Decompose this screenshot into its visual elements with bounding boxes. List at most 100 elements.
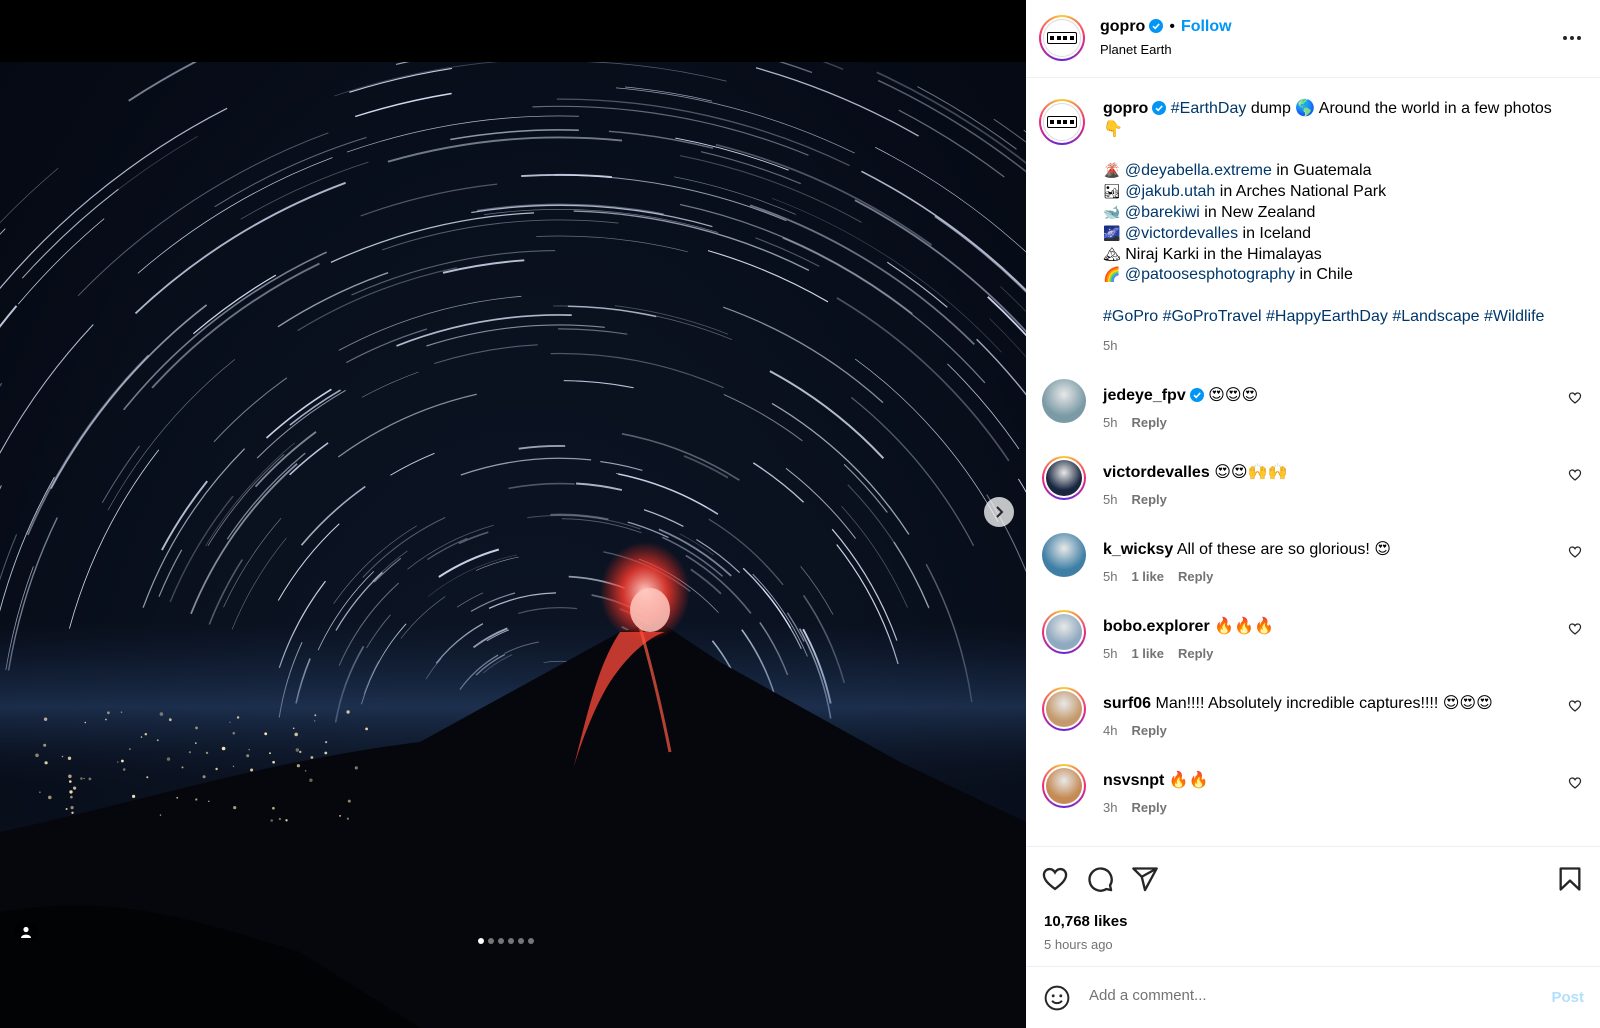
comment-meta: 5h Reply xyxy=(1103,415,1181,430)
comment-like-heart-icon[interactable] xyxy=(1568,391,1582,405)
comment-meta: 5h 1 like Reply xyxy=(1103,569,1227,584)
verified-badge-icon xyxy=(1152,101,1167,115)
comment-text: 😍😍😍 xyxy=(1208,387,1259,404)
caption-credit-line: 🐋 @barekiwi in New Zealand xyxy=(1103,203,1573,224)
commenter-username[interactable]: victordevalles xyxy=(1103,464,1210,481)
commenter-username[interactable]: k_wicksy xyxy=(1103,541,1173,558)
credit-text: in Arches National Park xyxy=(1215,183,1387,201)
like-count[interactable]: 10,768 likes xyxy=(1044,913,1127,930)
comment-time: 5h xyxy=(1103,569,1118,584)
post-actions: 10,768 likes 5 hours ago xyxy=(1026,846,1600,966)
commenter-avatar[interactable] xyxy=(1042,456,1086,500)
credit-emoji: 🏜 xyxy=(1103,184,1121,201)
next-photo-button[interactable] xyxy=(984,497,1014,527)
emoji-smiley-icon[interactable] xyxy=(1044,985,1070,1011)
user-icon xyxy=(21,926,31,938)
comment-text: Man!!!! Absolutely incredible captures!!… xyxy=(1155,695,1493,712)
carousel-dot xyxy=(478,938,484,944)
reply-button[interactable]: Reply xyxy=(1131,415,1166,430)
caption-hashtags[interactable]: #GoPro #GoProTravel #HappyEarthDay #Land… xyxy=(1103,307,1573,328)
commenter-username[interactable]: nsvsnpt xyxy=(1103,772,1164,789)
reply-button[interactable]: Reply xyxy=(1131,800,1166,815)
commenter-avatar[interactable] xyxy=(1042,533,1086,577)
share-send-icon[interactable] xyxy=(1131,865,1159,893)
reply-button[interactable]: Reply xyxy=(1131,492,1166,507)
author-username[interactable]: gopro xyxy=(1100,18,1145,35)
photo-illustration xyxy=(0,62,1026,1028)
carousel-indicators xyxy=(478,938,534,944)
comment-meta: 5h Reply xyxy=(1103,492,1181,507)
comment-time: 5h xyxy=(1103,646,1118,661)
caption-author-avatar[interactable] xyxy=(1039,99,1085,145)
caption-credit-line: 🌌 @victordevalles in Iceland xyxy=(1103,224,1573,245)
verified-badge-icon xyxy=(1149,19,1164,33)
add-comment-bar: Post xyxy=(1026,966,1600,1028)
mention-link[interactable]: @deyabella.extreme xyxy=(1125,162,1272,179)
tagged-users-button[interactable] xyxy=(14,920,38,944)
carousel-dot xyxy=(528,938,534,944)
follow-button[interactable]: Follow xyxy=(1181,18,1232,35)
credit-text: in Guatemala xyxy=(1271,162,1372,180)
comment-item: k_wicksy All of these are so glorious! 😍… xyxy=(1026,533,1600,593)
gopro-logo-icon xyxy=(1047,116,1077,128)
caption-username[interactable]: gopro xyxy=(1103,100,1148,117)
like-heart-icon[interactable] xyxy=(1041,865,1069,893)
credit-emoji: 🌈 xyxy=(1103,267,1121,284)
comment-likes[interactable]: 1 like xyxy=(1131,569,1164,584)
comment-time: 5h xyxy=(1103,415,1118,430)
comment-like-heart-icon[interactable] xyxy=(1568,468,1582,482)
reply-button[interactable]: Reply xyxy=(1178,646,1213,661)
separator-dot: • xyxy=(1169,18,1175,35)
credit-text: in Chile xyxy=(1295,266,1353,284)
comment-body: surf06 Man!!!! Absolutely incredible cap… xyxy=(1103,693,1553,713)
hashtag-link[interactable]: #EarthDay xyxy=(1171,100,1247,117)
comments-scroll-area[interactable]: gopro #EarthDay dump 🌎 Around the world … xyxy=(1026,79,1600,846)
carousel-dot xyxy=(508,938,514,944)
carousel-dot xyxy=(488,938,494,944)
comment-body: k_wicksy All of these are so glorious! 😍 xyxy=(1103,539,1553,559)
commenter-avatar[interactable] xyxy=(1042,687,1086,731)
credit-text: Niraj Karki in the Himalayas xyxy=(1125,245,1322,263)
caption-credit-line: 🌋 @deyabella.extreme in Guatemala xyxy=(1103,161,1573,182)
credit-emoji: 🐋 xyxy=(1103,204,1121,221)
commenter-username[interactable]: jedeye_fpv xyxy=(1103,387,1186,404)
comment-text: 🔥🔥🔥 xyxy=(1214,618,1274,635)
comment-text: 🔥🔥 xyxy=(1168,772,1209,789)
comment-like-heart-icon[interactable] xyxy=(1568,776,1582,790)
comment-body: victordevalles 😍😍🙌🙌 xyxy=(1103,462,1553,482)
more-options-icon[interactable] xyxy=(1562,26,1582,50)
reply-button[interactable]: Reply xyxy=(1178,569,1213,584)
comment-like-heart-icon[interactable] xyxy=(1568,545,1582,559)
post-comment-button[interactable]: Post xyxy=(1551,989,1584,1006)
mention-link[interactable]: @victordevalles xyxy=(1125,225,1238,242)
commenter-avatar[interactable] xyxy=(1042,379,1086,423)
credit-text: in New Zealand xyxy=(1199,203,1316,221)
caption-credit-line: 🏔 Niraj Karki in the Himalayas xyxy=(1103,245,1573,266)
comment-bubble-icon[interactable] xyxy=(1086,865,1114,893)
mention-link[interactable]: @barekiwi xyxy=(1125,204,1200,221)
comment-item: bobo.explorer 🔥🔥🔥 5h 1 like Reply xyxy=(1026,610,1600,670)
reply-button[interactable]: Reply xyxy=(1131,723,1166,738)
comment-like-heart-icon[interactable] xyxy=(1568,699,1582,713)
caption-time: 5h xyxy=(1103,337,1118,353)
commenter-avatar[interactable] xyxy=(1042,764,1086,808)
save-bookmark-icon[interactable] xyxy=(1556,865,1584,893)
caption-credits: 🌋 @deyabella.extreme in Guatemala 🏜 @jaku… xyxy=(1103,161,1573,286)
credit-emoji: 🏔 xyxy=(1103,246,1121,263)
mention-link[interactable]: @patoosesphotography xyxy=(1125,266,1295,283)
credit-emoji: 🌌 xyxy=(1103,225,1121,242)
carousel-dot xyxy=(498,938,504,944)
comment-meta: 5h 1 like Reply xyxy=(1103,646,1227,661)
comment-input[interactable] xyxy=(1089,987,1489,1004)
comment-likes[interactable]: 1 like xyxy=(1131,646,1164,661)
commenter-username[interactable]: bobo.explorer xyxy=(1103,618,1210,635)
mention-link[interactable]: @jakub.utah xyxy=(1125,183,1215,200)
comment-like-heart-icon[interactable] xyxy=(1568,622,1582,636)
commenter-avatar[interactable] xyxy=(1042,610,1086,654)
carousel-dot xyxy=(518,938,524,944)
author-avatar[interactable] xyxy=(1039,15,1085,61)
post-location[interactable]: Planet Earth xyxy=(1100,42,1172,57)
post-time-ago: 5 hours ago xyxy=(1044,937,1113,952)
comment-text: 😍😍🙌🙌 xyxy=(1214,464,1288,481)
commenter-username[interactable]: surf06 xyxy=(1103,695,1151,712)
